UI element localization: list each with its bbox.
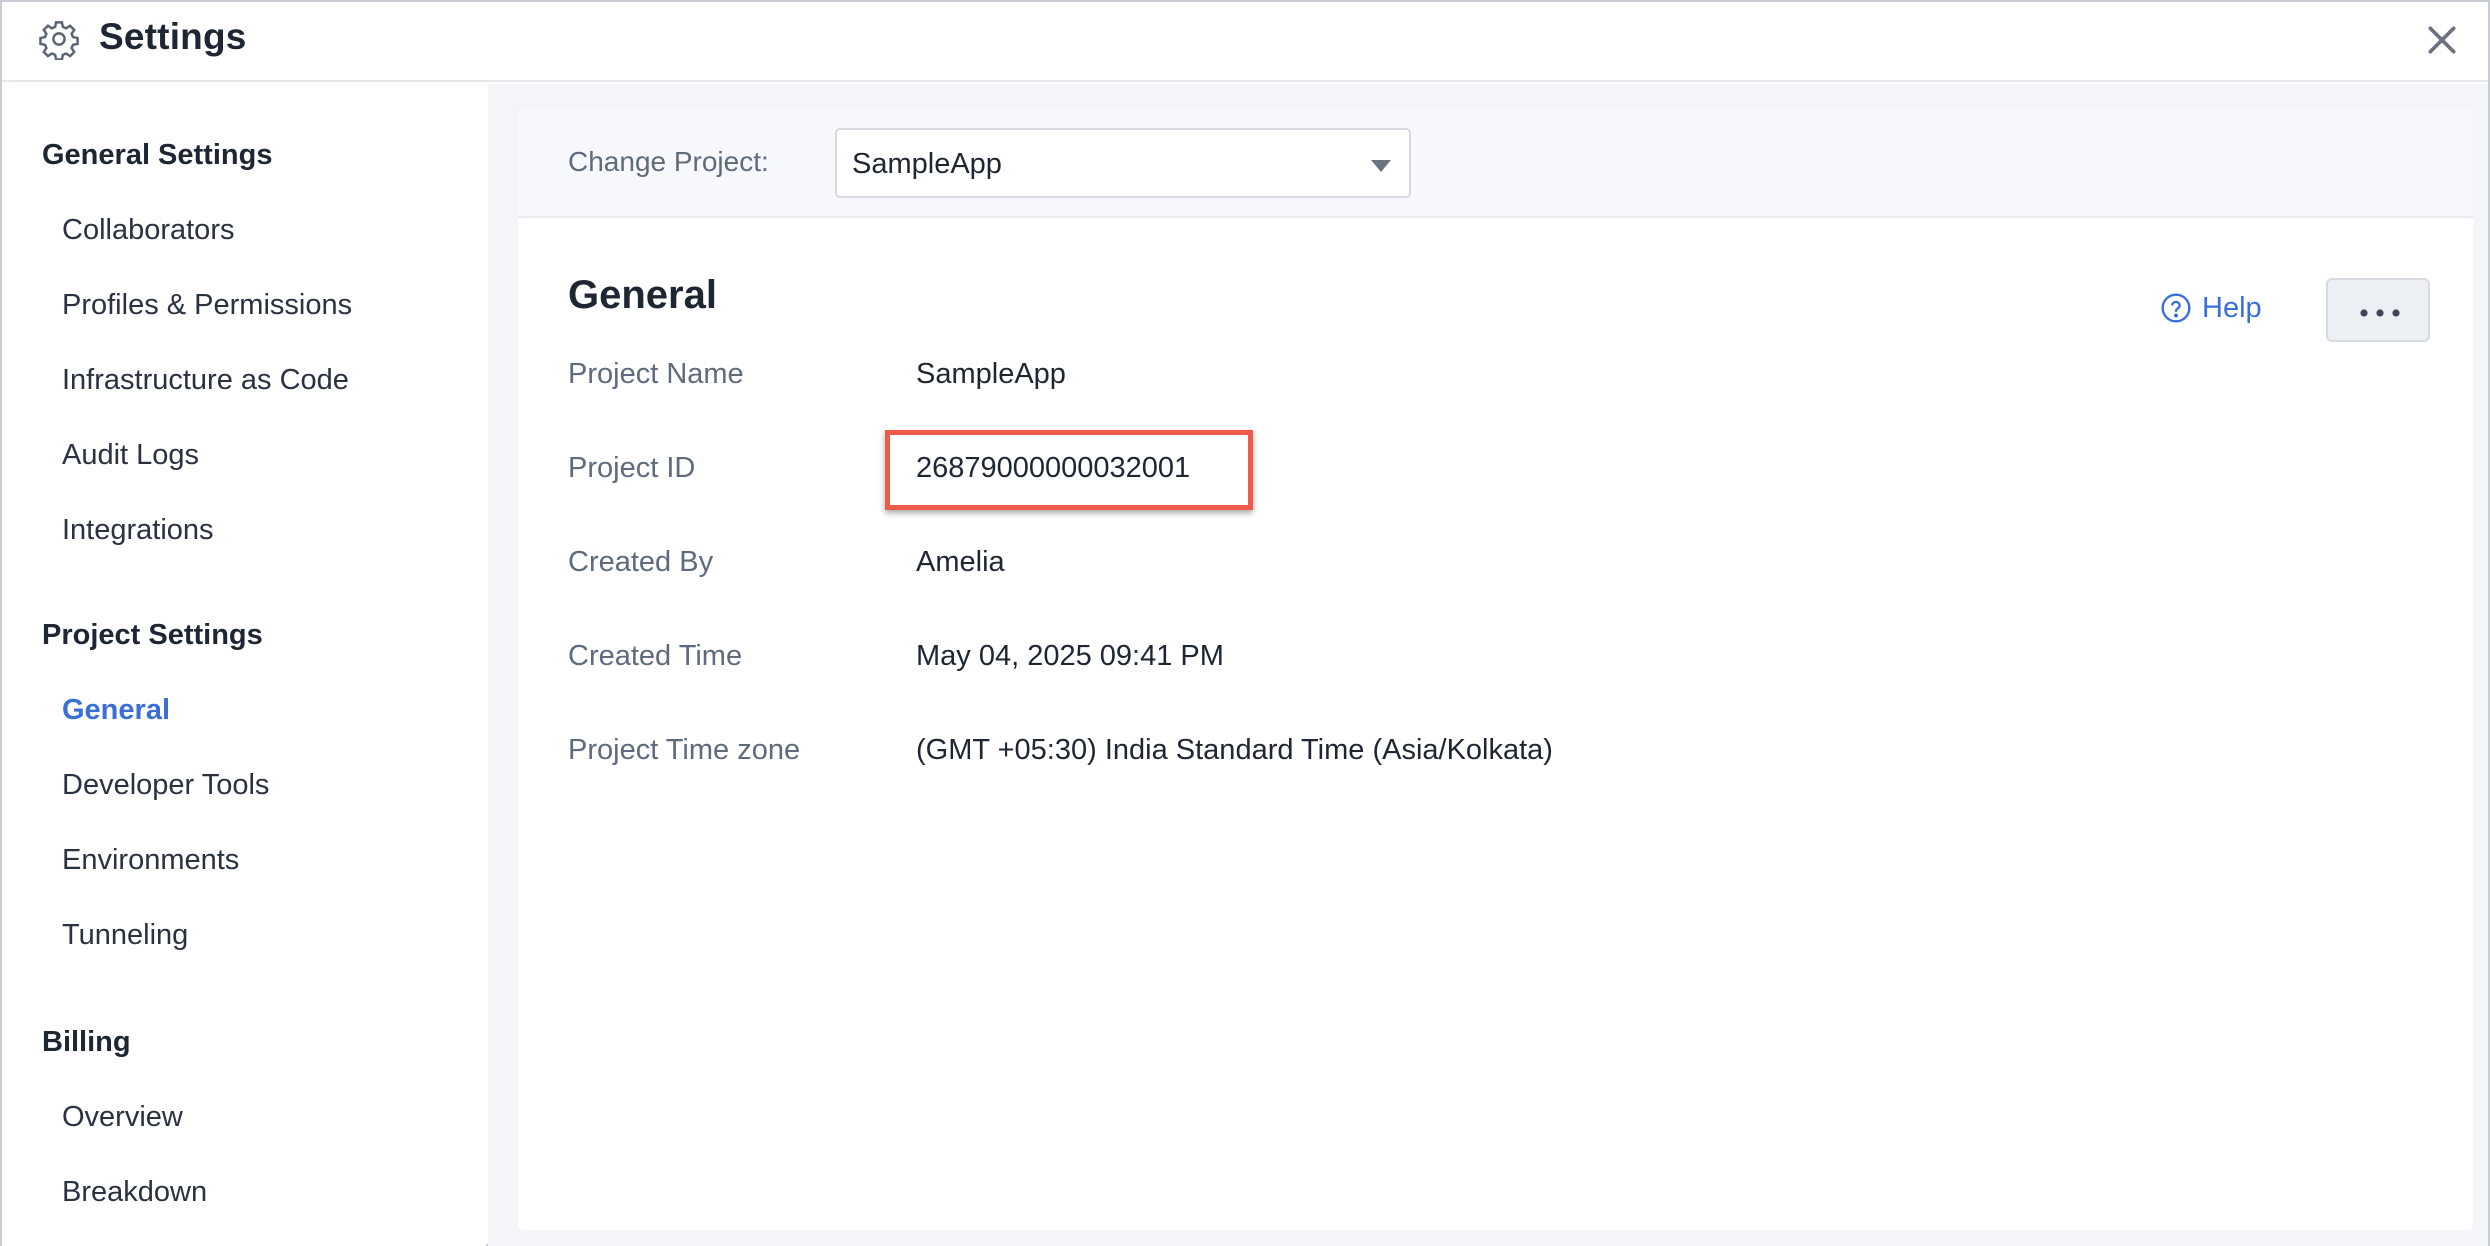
more-icon (2360, 309, 2400, 317)
created-time-value: May 04, 2025 09:41 PM (916, 640, 1224, 672)
sidebar-item-profiles-permissions[interactable]: Profiles & Permissions (62, 289, 352, 322)
settings-window: Settings General Settings Collaborators … (0, 0, 2490, 1246)
help-icon (2161, 293, 2191, 323)
project-select-value: SampleApp (852, 148, 1002, 180)
section-title: General (568, 273, 717, 317)
sidebar-item-general[interactable]: General (62, 694, 170, 727)
sidebar-item-breakdown[interactable]: Breakdown (62, 1176, 207, 1209)
help-label: Help (2202, 291, 2262, 324)
change-project-label: Change Project: (568, 146, 769, 177)
sidebar-item-integrations[interactable]: Integrations (62, 514, 214, 547)
sidebar-section-general-settings: General Settings (42, 139, 273, 171)
project-id-value: 26879000000032001 (916, 452, 1191, 484)
project-id-label: Project ID (568, 452, 696, 484)
project-switcher-bar: Change Project: SampleApp (518, 108, 2473, 218)
sidebar-item-tunneling[interactable]: Tunneling (62, 919, 188, 952)
main-content: Change Project: SampleApp General Help P… (488, 84, 2488, 1246)
sidebar-section-billing: Billing (42, 1026, 131, 1058)
sidebar-item-collaborators[interactable]: Collaborators (62, 214, 234, 247)
project-select[interactable]: SampleApp (835, 128, 1411, 198)
sidebar-item-developer-tools[interactable]: Developer Tools (62, 769, 269, 802)
sidebar-item-environments[interactable]: Environments (62, 844, 239, 877)
close-icon[interactable] (2422, 20, 2462, 60)
title-bar: Settings (2, 2, 2488, 82)
sidebar-item-audit-logs[interactable]: Audit Logs (62, 439, 199, 472)
settings-sidebar: General Settings Collaborators Profiles … (2, 84, 486, 1246)
created-time-label: Created Time (568, 640, 743, 672)
project-time-zone-label: Project Time zone (568, 734, 801, 766)
project-name-label: Project Name (568, 358, 744, 390)
help-link[interactable]: Help (2160, 288, 2262, 328)
project-time-zone-value: (GMT +05:30) India Standard Time (Asia/K… (916, 734, 1553, 766)
gear-icon (39, 21, 79, 60)
settings-panel: Change Project: SampleApp General Help P… (518, 108, 2473, 1230)
window-title: Settings (99, 16, 247, 57)
more-options-button[interactable] (2326, 278, 2430, 342)
sidebar-section-project-settings: Project Settings (42, 619, 263, 651)
sidebar-item-overview[interactable]: Overview (62, 1101, 183, 1134)
project-name-value: SampleApp (916, 358, 1066, 390)
chevron-down-icon (1371, 160, 1391, 172)
created-by-label: Created By (568, 546, 714, 578)
created-by-value: Amelia (916, 546, 1005, 578)
sidebar-item-infrastructure-as-code[interactable]: Infrastructure as Code (62, 364, 349, 397)
